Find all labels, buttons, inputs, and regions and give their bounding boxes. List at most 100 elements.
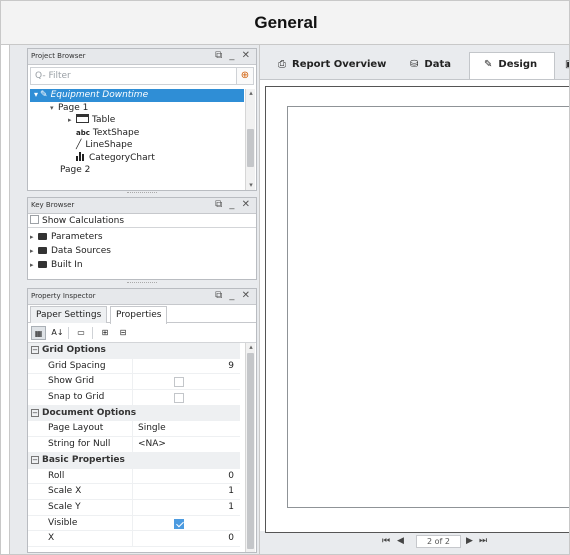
next-page-icon[interactable]: ▶ (466, 536, 473, 546)
tree-item-label: TextShape (92, 127, 140, 138)
key-browser-titlebar: Key Browser ⧉ _ ✕ (28, 198, 256, 214)
tree-item-textshape[interactable]: abc TextShape (30, 127, 244, 140)
tree-item-categorychart[interactable]: CategoryChart (30, 151, 244, 165)
binding-icon[interactable]: ▭ (74, 326, 88, 340)
collapse-toggle-icon[interactable]: ▸ (68, 114, 76, 127)
project-browser-titlebar: Project Browser ⧉ _ ✕ (28, 49, 256, 65)
key-browser-panel: Key Browser ⧉ _ ✕ Show Calculations ▸ Par… (27, 197, 257, 280)
property-name: Scale Y (48, 501, 81, 512)
property-group-header[interactable]: − Document Options (28, 405, 240, 422)
property-row[interactable]: Snap to Grid (28, 390, 240, 406)
property-value[interactable]: 0 (228, 531, 234, 547)
collapse-group-icon[interactable]: − (31, 408, 39, 417)
key-tree: ▸ Parameters ▸ Data Sources ▸ Built In (28, 228, 256, 272)
property-scrollbar[interactable]: ▴ (245, 343, 255, 552)
tab-data[interactable]: ⛁ Data (410, 53, 451, 79)
folder-icon (38, 261, 47, 268)
design-canvas[interactable] (265, 86, 569, 533)
tab-paper-settings[interactable]: Paper Settings (30, 306, 108, 323)
collapse-group-icon[interactable]: − (31, 346, 39, 354)
collapse-toggle-icon[interactable]: ▸ (30, 258, 38, 272)
scroll-up-icon[interactable]: ▴ (246, 343, 256, 352)
tree-item-table[interactable]: ▸ Table (30, 114, 244, 127)
property-value[interactable]: 9 (228, 359, 234, 375)
property-table: − Grid Options Grid Spacing 9 Show Grid Snap … (28, 343, 240, 547)
column-divider (132, 499, 133, 515)
tree-item-label: Equipment Downtime (50, 90, 149, 100)
key-item-label: Data Sources (51, 246, 111, 256)
property-row[interactable]: Show Grid (28, 374, 240, 391)
expand-toggle-icon[interactable]: ▾ (50, 102, 58, 115)
splitter-handle[interactable] (127, 192, 157, 195)
scrollbar-thumb[interactable] (247, 129, 254, 167)
property-value[interactable]: Single (138, 421, 166, 437)
report-page[interactable] (287, 106, 569, 508)
panel-window-controls[interactable]: ⧉ _ ✕ (215, 50, 252, 61)
tab-report-overview[interactable]: ⎙ Report Overview (278, 53, 386, 79)
collapse-toggle-icon[interactable]: ▸ (30, 230, 38, 244)
property-name: Page Layout (48, 423, 104, 434)
scroll-up-icon[interactable]: ▴ (246, 89, 256, 98)
property-row[interactable]: Scale Y 1 (28, 499, 240, 516)
property-value[interactable]: <NA> (138, 437, 166, 453)
page-number-field[interactable]: 2 of 2 (416, 535, 461, 548)
tree-item-page[interactable]: ▾ Page 1 (30, 102, 244, 115)
last-page-icon[interactable]: ⏭ (479, 536, 487, 546)
property-checkbox[interactable] (174, 393, 184, 404)
key-item-built-in[interactable]: ▸ Built In (28, 258, 256, 272)
tree-scrollbar[interactable]: ▴ ▾ (245, 89, 255, 190)
page-navigator: ⏮ ◀ 2 of 2 ▶ ⏭ (260, 531, 569, 553)
property-group-label: Document Options (42, 407, 137, 418)
tree-item-page[interactable]: Page 2 (30, 164, 244, 177)
tab-overflow[interactable]: ▣ (565, 53, 569, 79)
tree-item-report[interactable]: ▾ ✎ Equipment Downtime (30, 89, 244, 102)
splitter-handle[interactable] (127, 282, 157, 285)
property-row[interactable]: String for Null <NA> (28, 437, 240, 453)
property-group-header[interactable]: − Grid Options (28, 343, 240, 359)
scroll-down-icon[interactable]: ▾ (246, 181, 256, 190)
tab-properties[interactable]: Properties (110, 306, 168, 324)
key-item-parameters[interactable]: ▸ Parameters (28, 230, 256, 244)
previous-page-icon[interactable]: ◀ (397, 536, 404, 546)
property-row[interactable]: X0 (28, 531, 240, 547)
property-row[interactable]: Roll 0 (28, 468, 240, 485)
key-item-data-sources[interactable]: ▸ Data Sources (28, 244, 256, 258)
property-row[interactable]: Visible (28, 515, 240, 532)
expand-toggle-icon[interactable]: ▾ (34, 90, 38, 99)
property-value[interactable]: 1 (228, 500, 234, 516)
panel-window-controls[interactable]: ⧉ _ ✕ (215, 199, 252, 210)
collapse-toggle-icon[interactable]: ▸ (30, 244, 38, 258)
collapse-all-icon[interactable]: ⊟ (116, 326, 130, 340)
app-frame: General Project Browser ⧉ _ ✕ Q- Filter … (0, 0, 570, 555)
property-row[interactable]: Grid Spacing 9 (28, 358, 240, 375)
property-row[interactable]: Page Layout Single (28, 421, 240, 438)
collapse-group-icon[interactable]: − (31, 455, 39, 464)
property-name: Grid Spacing (48, 360, 106, 371)
sort-alphabetical-icon[interactable]: A↓ (51, 326, 64, 340)
property-value[interactable]: 0 (228, 469, 234, 485)
property-name: String for Null (48, 439, 111, 450)
property-value[interactable]: 1 (228, 484, 234, 500)
expand-all-icon[interactable]: ⊞ (98, 326, 112, 340)
bar-chart-icon (76, 151, 86, 161)
tab-label: Design (498, 59, 538, 70)
property-name: X (48, 533, 55, 544)
property-checkbox[interactable] (174, 377, 184, 388)
property-checkbox[interactable] (174, 518, 184, 529)
tree-item-lineshape[interactable]: ╱ LineShape (30, 139, 244, 152)
show-calculations-row[interactable]: Show Calculations (28, 214, 256, 228)
panel-window-controls[interactable]: ⧉ _ ✕ (215, 290, 252, 301)
property-row[interactable]: Scale X 1 (28, 484, 240, 500)
tree-item-label: LineShape (85, 140, 133, 150)
first-page-icon[interactable]: ⏮ (382, 536, 390, 546)
filter-input[interactable]: Q- Filter ⊕ (30, 67, 254, 85)
categorized-view-icon[interactable]: ▦ (31, 326, 46, 340)
tab-design[interactable]: ✎ Design (469, 52, 555, 79)
property-group-header[interactable]: − Basic Properties (28, 452, 240, 469)
column-divider (132, 390, 133, 405)
project-tree: ▾ ✎ Equipment Downtime ▾ Page 1 ▸ Table abc T… (30, 89, 244, 190)
scrollbar-thumb[interactable] (247, 353, 254, 549)
new-resource-icon[interactable]: ⊕ (236, 67, 254, 85)
property-name: Visible (48, 517, 78, 528)
show-calculations-checkbox[interactable] (30, 215, 39, 224)
